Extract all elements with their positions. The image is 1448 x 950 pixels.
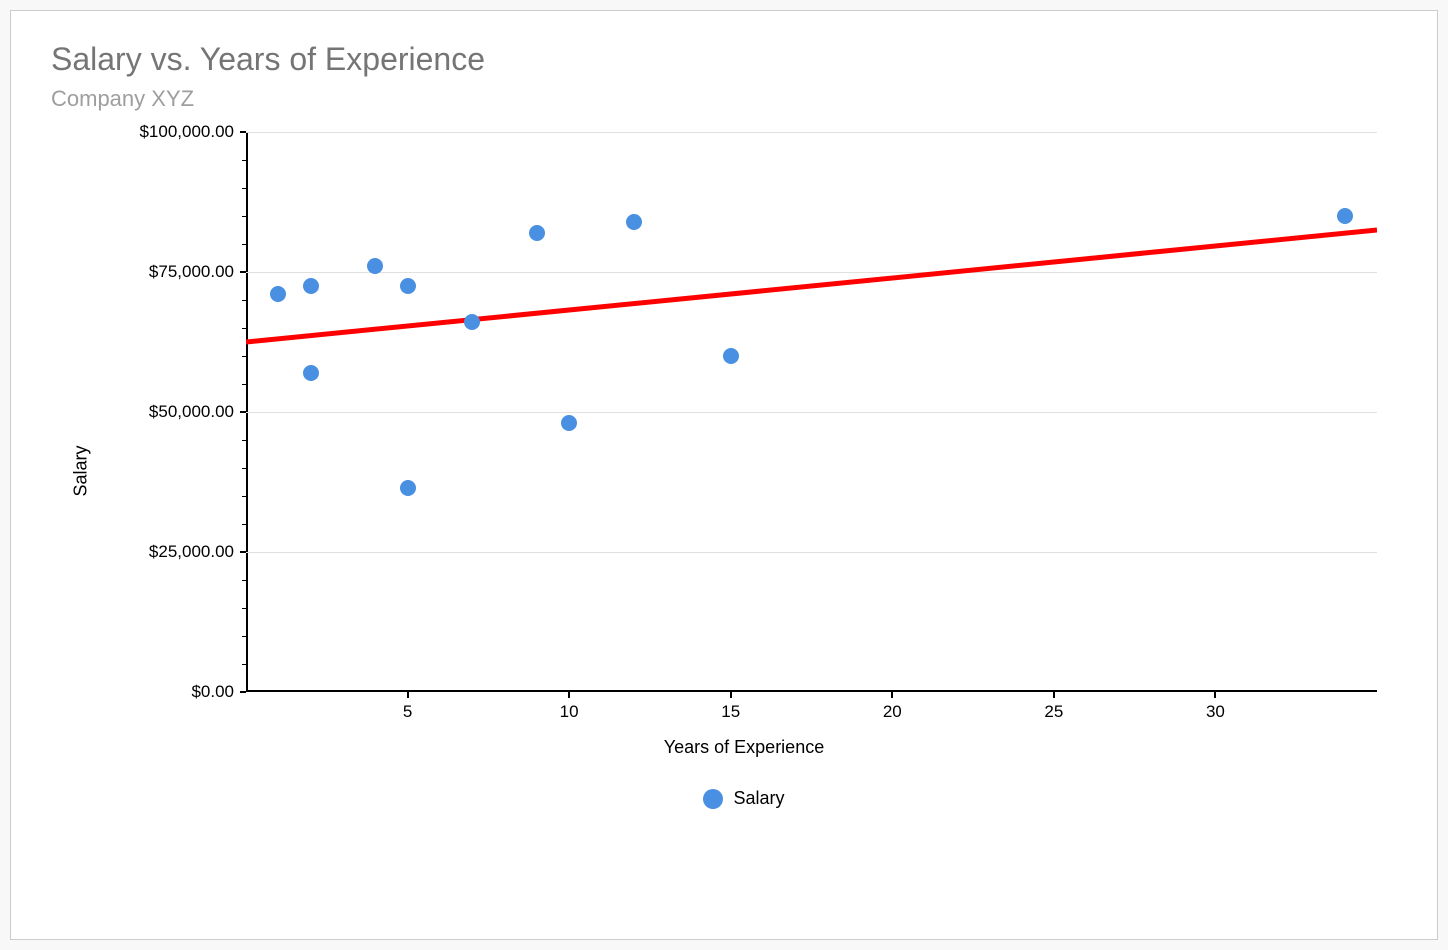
x-axis-label: Years of Experience bbox=[91, 737, 1397, 758]
x-tick-label: 20 bbox=[883, 702, 902, 722]
y-tick-label: $75,000.00 bbox=[149, 262, 234, 282]
data-point bbox=[303, 278, 319, 294]
gridline bbox=[246, 132, 1377, 133]
y-minor-tick bbox=[242, 636, 246, 637]
chart-subtitle: Company XYZ bbox=[51, 86, 1397, 112]
legend-label: Salary bbox=[733, 788, 784, 809]
y-minor-tick bbox=[242, 328, 246, 329]
y-minor-tick bbox=[242, 160, 246, 161]
data-point bbox=[303, 365, 319, 381]
y-tick-label: $0.00 bbox=[191, 682, 234, 702]
y-tick bbox=[240, 411, 246, 413]
data-point bbox=[561, 415, 577, 431]
data-point bbox=[400, 278, 416, 294]
y-tick-label: $50,000.00 bbox=[149, 402, 234, 422]
y-minor-tick bbox=[242, 580, 246, 581]
y-tick bbox=[240, 691, 246, 693]
x-tick bbox=[407, 692, 409, 698]
gridline bbox=[246, 412, 1377, 413]
legend: Salary bbox=[91, 788, 1397, 809]
gridline bbox=[246, 552, 1377, 553]
plot-area: $0.00$25,000.00$50,000.00$75,000.00$100,… bbox=[246, 132, 1377, 692]
x-tick bbox=[891, 692, 893, 698]
data-point bbox=[270, 286, 286, 302]
legend-dot-icon bbox=[703, 789, 723, 809]
y-minor-tick bbox=[242, 356, 246, 357]
data-point bbox=[400, 480, 416, 496]
data-point bbox=[464, 314, 480, 330]
x-axis-line bbox=[246, 690, 1377, 692]
x-tick-label: 25 bbox=[1044, 702, 1063, 722]
y-minor-tick bbox=[242, 468, 246, 469]
x-tick-label: 5 bbox=[403, 702, 412, 722]
y-axis-label: Salary bbox=[71, 445, 92, 496]
y-tick bbox=[240, 271, 246, 273]
data-point bbox=[1337, 208, 1353, 224]
y-minor-tick bbox=[242, 496, 246, 497]
y-minor-tick bbox=[242, 664, 246, 665]
y-minor-tick bbox=[242, 384, 246, 385]
plot-wrapper: Salary $0.00$25,000.00$50,000.00$75,000.… bbox=[91, 132, 1397, 809]
data-point bbox=[626, 214, 642, 230]
y-tick bbox=[240, 131, 246, 133]
data-point bbox=[367, 258, 383, 274]
x-tick-label: 10 bbox=[560, 702, 579, 722]
y-minor-tick bbox=[242, 188, 246, 189]
chart-container: Salary vs. Years of Experience Company X… bbox=[10, 10, 1438, 940]
data-point bbox=[529, 225, 545, 241]
y-tick bbox=[240, 551, 246, 553]
x-tick bbox=[568, 692, 570, 698]
x-tick bbox=[1053, 692, 1055, 698]
x-tick bbox=[1214, 692, 1216, 698]
y-minor-tick bbox=[242, 244, 246, 245]
y-minor-tick bbox=[242, 524, 246, 525]
x-tick-label: 30 bbox=[1206, 702, 1225, 722]
y-minor-tick bbox=[242, 440, 246, 441]
x-tick bbox=[730, 692, 732, 698]
chart-title: Salary vs. Years of Experience bbox=[51, 41, 1397, 78]
gridline bbox=[246, 272, 1377, 273]
x-tick-label: 15 bbox=[721, 702, 740, 722]
y-minor-tick bbox=[242, 608, 246, 609]
y-minor-tick bbox=[242, 300, 246, 301]
data-point bbox=[723, 348, 739, 364]
y-tick-label: $100,000.00 bbox=[139, 122, 234, 142]
y-tick-label: $25,000.00 bbox=[149, 542, 234, 562]
y-minor-tick bbox=[242, 216, 246, 217]
